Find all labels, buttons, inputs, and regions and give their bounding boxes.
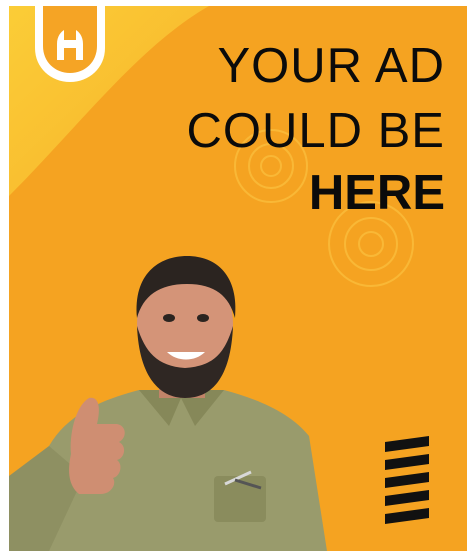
stripes-icon (385, 436, 429, 524)
ad-banner: YOUR AD COULD BE HERE (9, 6, 467, 551)
